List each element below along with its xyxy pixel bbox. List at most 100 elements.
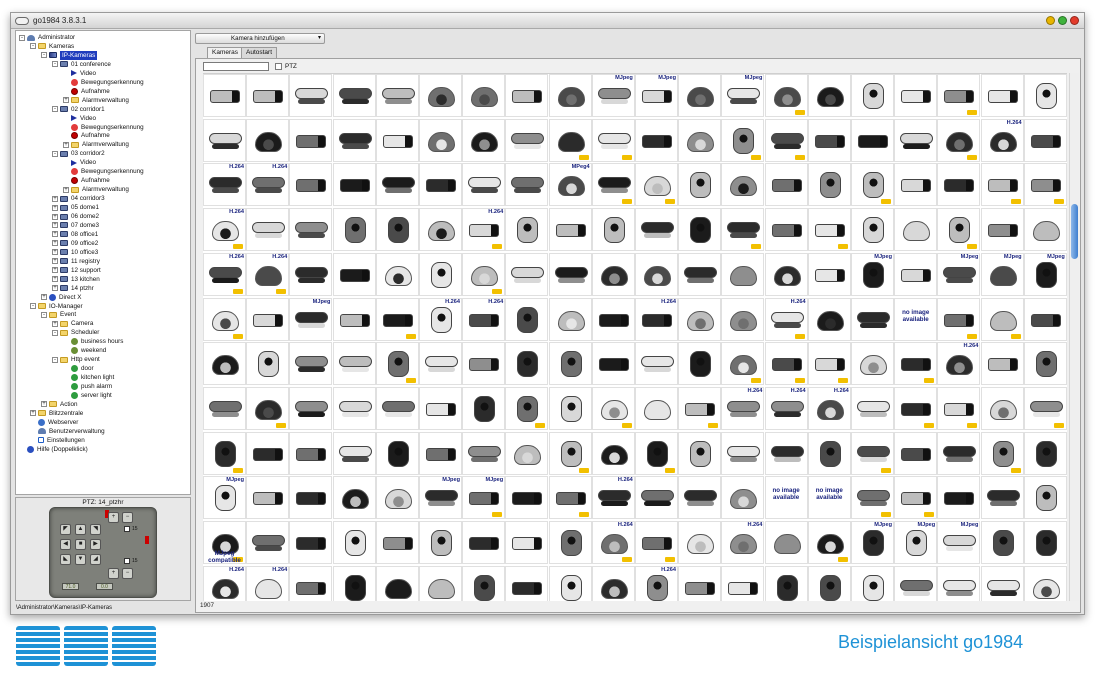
camera-thumbnail[interactable] [548,208,592,252]
camera-thumbnail[interactable]: MJpeg [851,521,894,564]
camera-thumbnail[interactable] [678,476,722,520]
camera-thumbnail[interactable] [548,342,592,386]
camera-thumbnail[interactable] [851,118,894,162]
camera-thumbnail[interactable] [462,163,506,207]
tree-item[interactable]: Video [63,158,96,167]
camera-thumbnail[interactable]: MJpeg [980,252,1024,296]
expand-icon[interactable]: + [52,195,58,202]
camera-thumbnail[interactable] [807,297,851,341]
camera-thumbnail[interactable]: no image available [807,476,851,520]
camera-thumbnail[interactable] [894,208,938,252]
camera-thumbnail[interactable] [548,118,592,162]
camera-thumbnail[interactable]: H.264 [203,565,246,601]
tree-item[interactable]: +14 ptzhr [52,284,94,293]
collapse-icon[interactable]: - [52,106,58,113]
tree-item[interactable]: - Event [41,310,76,319]
search-input[interactable] [203,62,269,71]
collapse-icon[interactable]: - [41,52,47,59]
camera-thumbnail[interactable] [246,118,290,162]
tree-item[interactable]: Einstellungen [30,436,85,445]
expand-icon[interactable]: + [30,410,36,417]
camera-thumbnail[interactable] [937,297,981,341]
camera-thumbnail[interactable] [894,476,938,520]
ptz-zoom-button[interactable]: − [122,512,133,523]
camera-thumbnail[interactable] [1023,431,1067,475]
camera-thumbnail[interactable] [591,252,635,296]
camera-thumbnail[interactable]: H.264 [721,386,765,430]
camera-thumbnail[interactable] [851,208,894,252]
camera-thumbnail[interactable] [764,74,808,117]
camera-thumbnail[interactable] [289,386,333,430]
tree-item[interactable]: weekend [63,346,106,355]
camera-thumbnail[interactable]: H.264 [721,521,765,564]
camera-thumbnail[interactable] [246,297,290,341]
tree-item[interactable]: - IO-Manager [30,302,83,311]
camera-thumbnail[interactable] [678,208,722,252]
camera-thumbnail[interactable]: H.264 [591,476,635,520]
camera-thumbnail[interactable] [807,163,851,207]
ptz-direction-button[interactable]: ▼ [75,554,86,565]
camera-thumbnail[interactable] [505,163,549,207]
camera-thumbnail[interactable] [635,252,678,296]
camera-thumbnail[interactable]: MJpeg [203,476,246,520]
camera-thumbnail[interactable] [980,476,1024,520]
camera-thumbnail[interactable] [721,431,765,475]
camera-thumbnail[interactable] [419,431,462,475]
camera-thumbnail[interactable] [980,386,1024,430]
camera-thumbnail[interactable] [635,208,678,252]
camera-thumbnail[interactable] [678,163,722,207]
camera-thumbnail[interactable] [591,386,635,430]
ptz-direction-button[interactable]: ◀ [60,539,71,550]
camera-thumbnail[interactable] [289,163,333,207]
camera-thumbnail[interactable] [980,565,1024,601]
camera-thumbnail[interactable] [462,386,506,430]
camera-thumbnail[interactable] [937,208,981,252]
camera-thumbnail[interactable] [548,565,592,601]
camera-thumbnail[interactable]: no image available [764,476,808,520]
camera-thumbnail[interactable] [289,252,333,296]
camera-thumbnail[interactable] [678,342,722,386]
camera-thumbnail[interactable] [419,521,462,564]
ptz-zoom-button[interactable]: − [122,568,133,579]
camera-thumbnail[interactable] [1023,476,1067,520]
camera-thumbnail[interactable] [937,476,981,520]
camera-thumbnail[interactable] [419,163,462,207]
tree-item[interactable]: Bewegungserkennung [63,78,144,87]
camera-thumbnail[interactable] [635,163,678,207]
camera-thumbnail[interactable]: MJpeg compatible [203,521,246,564]
tree-item[interactable]: + Alarmverwaltung [63,140,129,149]
camera-thumbnail[interactable]: H.264 [419,297,462,341]
tree-item[interactable]: + Direct X [41,293,81,302]
camera-thumbnail[interactable] [894,386,938,430]
camera-thumbnail[interactable] [548,386,592,430]
ptz-direction-button[interactable]: ◣ [60,554,71,565]
camera-thumbnail[interactable] [851,297,894,341]
expand-icon[interactable]: + [52,276,58,283]
camera-thumbnail[interactable] [591,297,635,341]
camera-thumbnail[interactable] [462,74,506,117]
camera-thumbnail[interactable] [980,342,1024,386]
ptz-direction-button[interactable]: ◥ [90,524,101,535]
vertical-scrollbar[interactable] [1069,73,1079,601]
collapse-icon[interactable]: - [52,356,58,363]
camera-thumbnail[interactable] [375,118,419,162]
camera-thumbnail[interactable] [462,118,506,162]
camera-thumbnail[interactable] [419,74,462,117]
camera-thumbnail[interactable] [980,431,1024,475]
camera-thumbnail[interactable] [635,431,678,475]
camera-thumbnail[interactable] [375,521,419,564]
tree-item[interactable]: kitchen light [63,373,114,382]
camera-thumbnail[interactable] [246,342,290,386]
camera-thumbnail[interactable] [591,342,635,386]
camera-thumbnail[interactable] [678,431,722,475]
camera-thumbnail[interactable] [505,342,549,386]
camera-thumbnail[interactable] [505,386,549,430]
collapse-icon[interactable]: - [52,150,58,157]
tree-item[interactable]: business hours [63,337,123,346]
camera-thumbnail[interactable] [764,521,808,564]
camera-thumbnail[interactable] [1023,342,1067,386]
ptz-zoom-button[interactable]: + [108,568,119,579]
camera-thumbnail[interactable] [246,521,290,564]
tree-item[interactable]: - 01 conference [52,60,111,69]
camera-thumbnail[interactable] [635,476,678,520]
